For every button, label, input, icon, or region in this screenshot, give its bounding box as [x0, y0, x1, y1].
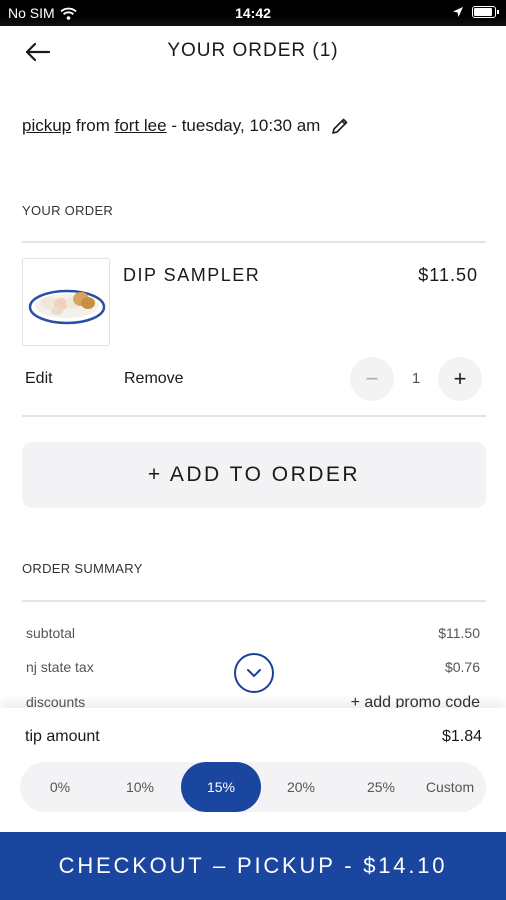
header: YOUR ORDER (1): [0, 26, 506, 78]
battery-icon: [472, 6, 499, 18]
status-time: 14:42: [235, 5, 271, 21]
add-to-order-button[interactable]: + ADD TO ORDER: [22, 442, 486, 508]
item-price: $11.50: [418, 265, 478, 285]
location-arrow-icon: [453, 7, 463, 17]
decrease-quantity-button[interactable]: −: [350, 357, 394, 401]
tip-option-0[interactable]: 0%: [20, 762, 100, 812]
tip-option-custom[interactable]: Custom: [414, 762, 486, 812]
summary-label: nj state tax: [26, 659, 94, 675]
tip-option-15[interactable]: 15%: [181, 762, 261, 812]
chevron-down-icon: [247, 669, 261, 678]
pickup-method-link[interactable]: pickup: [22, 116, 71, 136]
minus-icon: −: [365, 366, 379, 391]
summary-value: $0.76: [444, 659, 480, 675]
order-summary-heading: ORDER SUMMARY: [22, 561, 143, 576]
status-right: [452, 6, 499, 18]
tip-amount-value: $1.84: [441, 728, 482, 745]
status-bar: No SIM 14:42: [0, 0, 506, 26]
remove-item-button[interactable]: Remove: [124, 370, 184, 388]
tip-options: 0% 10% 15% 20% 25% Custom: [20, 762, 486, 812]
divider: [22, 600, 486, 602]
dip-sampler-photo: [28, 289, 106, 325]
tip-option-20[interactable]: 20%: [261, 762, 341, 812]
edit-item-button[interactable]: Edit: [25, 370, 53, 388]
pickup-time-text: - tuesday, 10:30 am: [171, 116, 321, 135]
pickup-from-text: from: [75, 116, 110, 135]
tip-option-10[interactable]: 10%: [100, 762, 180, 812]
expand-summary-button[interactable]: [234, 653, 274, 693]
your-order-heading: YOUR ORDER: [22, 203, 114, 218]
divider: [22, 241, 486, 243]
increase-quantity-button[interactable]: +: [438, 357, 482, 401]
tip-amount-label: tip amount: [25, 728, 100, 745]
summary-value: $11.50: [438, 625, 480, 641]
item-image: [22, 258, 110, 346]
pickup-details: pickup from fort lee - tuesday, 10:30 am: [22, 116, 350, 136]
tip-option-25[interactable]: 25%: [341, 762, 421, 812]
divider: [22, 415, 486, 417]
pickup-location-link[interactable]: fort lee: [115, 116, 167, 136]
page-title: YOUR ORDER (1): [167, 40, 339, 61]
plus-icon: +: [453, 366, 467, 391]
quantity-value: 1: [411, 370, 421, 387]
tip-panel: tip amount $1.84 0% 10% 15% 20% 25% Cust…: [0, 708, 506, 832]
checkout-button[interactable]: CHECKOUT – PICKUP - $14.10: [0, 832, 506, 900]
summary-label: subtotal: [26, 625, 76, 641]
summary-row-subtotal: subtotal $11.50: [26, 625, 480, 641]
item-name: DIP SAMPLER: [123, 265, 261, 285]
pencil-icon[interactable]: [330, 116, 350, 136]
